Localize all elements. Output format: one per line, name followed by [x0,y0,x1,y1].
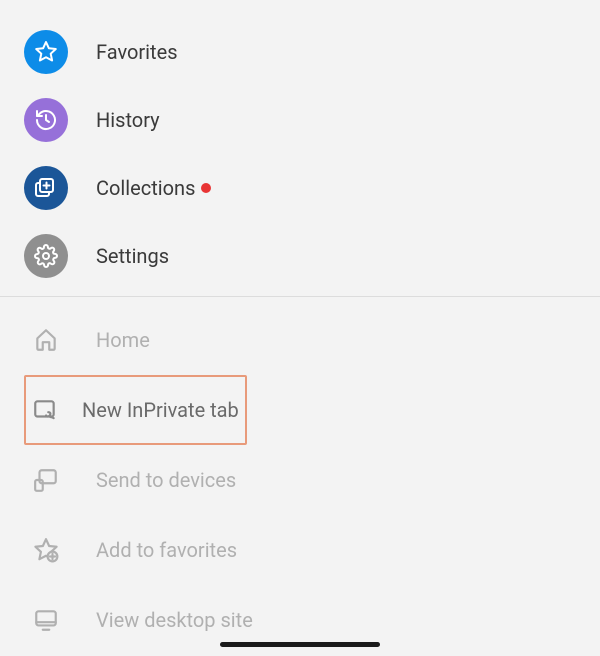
menu-divider [0,296,600,297]
menu-item-new-inprivate[interactable]: New InPrivate tab [26,378,245,442]
menu-item-add-to-favorites[interactable]: Add to favorites [0,515,600,585]
menu-item-history[interactable]: History [0,86,600,154]
menu-item-home[interactable]: Home [0,305,600,375]
new-inprivate-label: New InPrivate tab [82,398,239,422]
favorites-label: Favorites [96,40,178,64]
menu-item-collections[interactable]: Collections [0,154,600,222]
notification-dot-icon [201,183,211,193]
collections-label: Collections [96,176,195,200]
settings-label: Settings [96,244,169,268]
home-indicator[interactable] [220,642,380,647]
browser-menu: Favorites History Collections [0,0,600,655]
send-to-devices-icon [24,458,68,502]
highlighted-menu-item: New InPrivate tab [24,375,247,445]
add-to-favorites-label: Add to favorites [96,538,237,562]
menu-item-settings[interactable]: Settings [0,222,600,290]
history-icon [24,98,68,142]
send-to-devices-label: Send to devices [96,468,236,492]
history-label: History [96,108,160,132]
add-favorite-icon [24,528,68,572]
collections-label-wrapper: Collections [96,176,211,200]
collections-icon [24,166,68,210]
menu-item-favorites[interactable]: Favorites [0,18,600,86]
settings-icon [24,234,68,278]
favorites-icon [24,30,68,74]
inprivate-icon [26,388,64,432]
menu-item-send-to-devices[interactable]: Send to devices [0,445,600,515]
home-icon [24,318,68,362]
desktop-icon [24,598,68,642]
view-desktop-label: View desktop site [96,608,253,632]
home-label: Home [96,328,150,352]
